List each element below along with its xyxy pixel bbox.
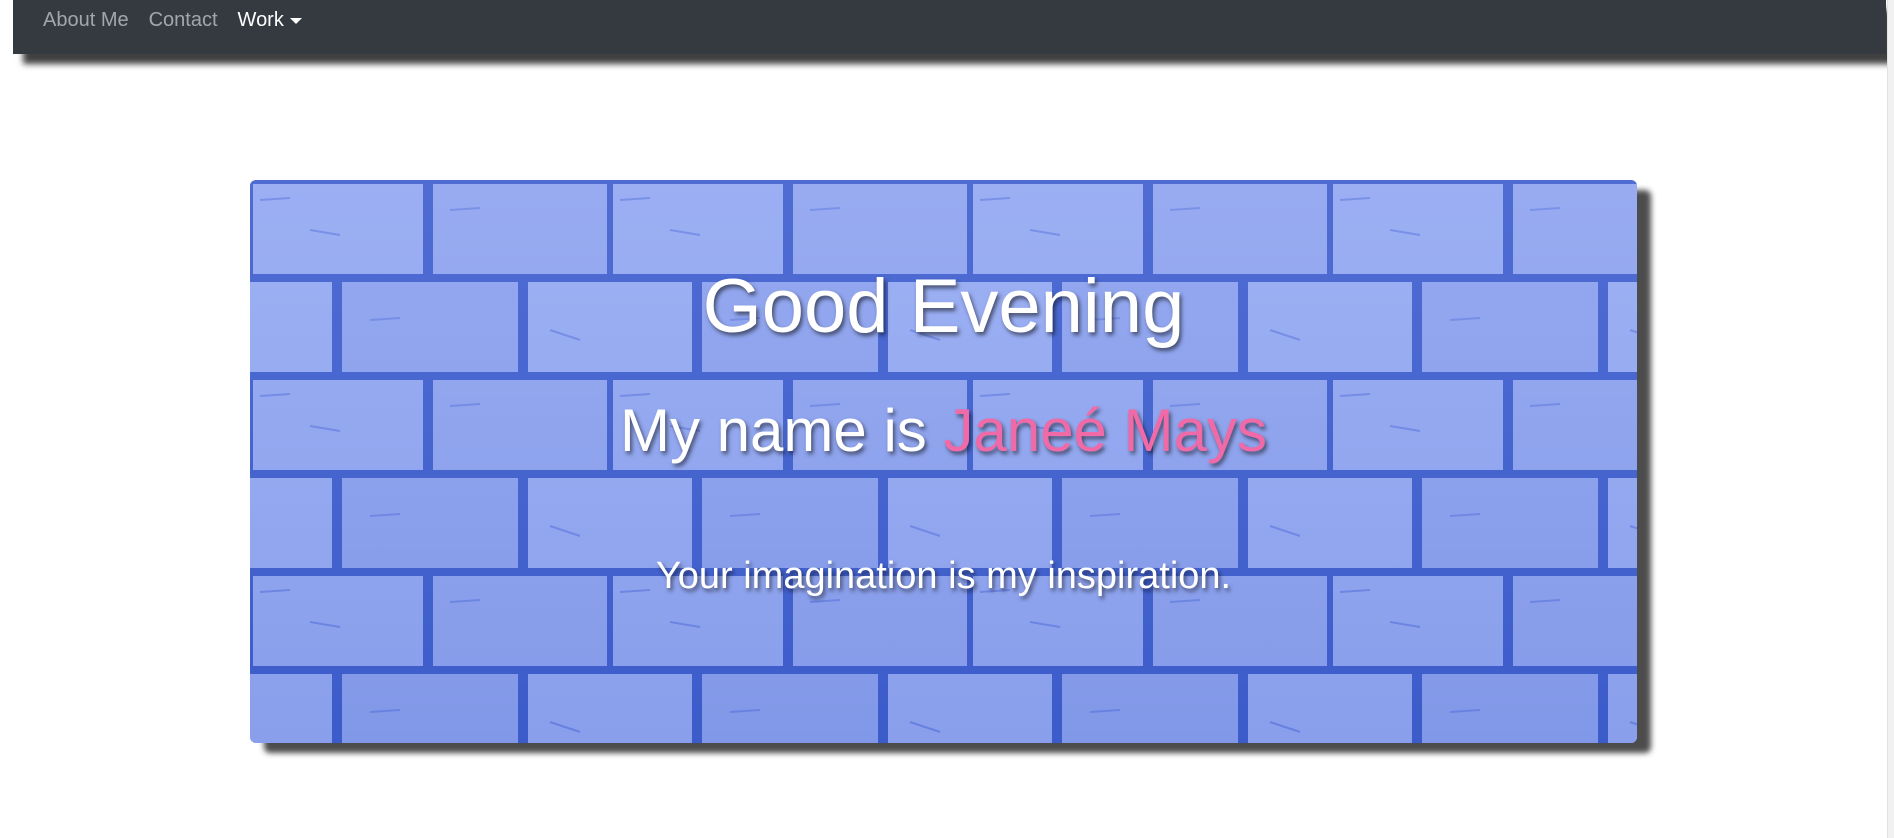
top-navbar: About Me Contact Work [13, 0, 1886, 54]
intro-prefix: My name is [620, 397, 944, 464]
author-name: Janeé Mays [943, 397, 1267, 464]
caret-down-icon [289, 18, 302, 24]
intro-heading: My name is Janeé Mays [250, 396, 1637, 466]
tagline: Your imagination is my inspiration. [655, 555, 1232, 597]
nav-work-dropdown[interactable]: Work [238, 10, 302, 30]
nav-work-label: Work [237, 9, 284, 31]
page-scrollbar[interactable] [1887, 0, 1894, 838]
nav-about-me[interactable]: About Me [43, 10, 129, 30]
hero-text: Good Evening My name is Janeé Mays Your … [250, 180, 1637, 743]
hero-banner: Good Evening My name is Janeé Mays Your … [250, 180, 1637, 743]
greeting-heading: Good Evening [702, 264, 1185, 349]
nav-contact[interactable]: Contact [149, 10, 218, 30]
